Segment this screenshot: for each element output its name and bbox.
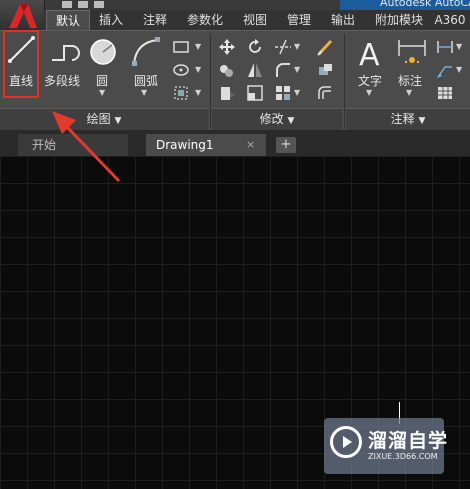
trim-icon[interactable] — [274, 38, 292, 56]
quick-access-open-icon[interactable] — [78, 1, 88, 8]
arc-dropdown-icon[interactable]: ▼ — [141, 88, 147, 97]
array-dropdown-icon[interactable]: ▼ — [294, 88, 300, 97]
mirror-icon[interactable] — [246, 61, 264, 79]
window-title: Autodesk AutoCA — [380, 0, 470, 9]
explode-icon[interactable] — [316, 61, 334, 79]
dimension-dropdown-icon[interactable]: ▼ — [406, 88, 412, 97]
offset-icon[interactable] — [316, 84, 334, 102]
dimension-tool-label[interactable]: 标注 — [398, 72, 422, 89]
annotation-panel-title: 注释 — [390, 112, 415, 126]
application-menu-button[interactable] — [0, 0, 45, 30]
text-dropdown-icon[interactable]: ▼ — [366, 88, 372, 97]
tab-view[interactable]: 视图 — [236, 10, 274, 30]
hatch-icon[interactable] — [172, 84, 190, 102]
hatch-dropdown-icon[interactable]: ▼ — [195, 88, 201, 97]
watermark-url: ZIXUE.3D66.COM — [368, 452, 438, 461]
rectangle-dropdown-icon[interactable]: ▼ — [195, 42, 201, 51]
linear-dim-dropdown-icon[interactable]: ▼ — [456, 42, 462, 51]
leader-dropdown-icon[interactable]: ▼ — [456, 65, 462, 74]
arc-tool-label[interactable]: 圆弧 — [134, 72, 158, 89]
svg-text:A: A — [359, 38, 380, 70]
copy-icon[interactable] — [218, 61, 236, 79]
trim-dropdown-icon[interactable]: ▼ — [294, 42, 300, 51]
tab-insert[interactable]: 插入 — [92, 10, 130, 30]
draw-panel-expand-icon[interactable]: ▼ — [114, 116, 121, 126]
close-tab-icon[interactable]: × — [246, 134, 260, 156]
arc-icon — [130, 36, 162, 66]
polyline-icon — [50, 38, 82, 64]
polyline-tool-label[interactable]: 多段线 — [44, 72, 80, 89]
linear-dim-icon[interactable] — [436, 38, 454, 56]
draw-panel-footer[interactable]: 绘图 ▼ — [0, 108, 208, 130]
tab-a360[interactable]: A360 — [430, 10, 470, 30]
panel-divider — [210, 34, 211, 128]
tab-addins[interactable]: 附加模块 — [368, 10, 430, 30]
tab-output[interactable]: 输出 — [324, 10, 362, 30]
autocad-logo-icon — [9, 4, 37, 28]
table-icon[interactable] — [436, 84, 454, 102]
tab-parametric[interactable]: 参数化 — [180, 10, 230, 30]
stretch-icon[interactable] — [218, 84, 236, 102]
move-icon[interactable] — [218, 38, 236, 56]
circle-icon — [88, 37, 118, 67]
modify-panel-title: 修改 — [259, 112, 284, 126]
array-icon[interactable] — [274, 84, 292, 102]
circle-tool-label[interactable]: 圆 — [96, 72, 108, 89]
ellipse-icon[interactable] — [172, 61, 190, 79]
ellipse-dropdown-icon[interactable]: ▼ — [195, 65, 201, 74]
quick-access-new-icon[interactable] — [62, 1, 72, 8]
annotation-panel-footer[interactable]: 注释 ▼ — [346, 108, 470, 130]
tab-manage[interactable]: 管理 — [280, 10, 318, 30]
tab-default[interactable]: 默认 — [46, 10, 90, 31]
fillet-dropdown-icon[interactable]: ▼ — [294, 65, 300, 74]
text-icon: A — [356, 36, 386, 73]
autocad-window: Autodesk AutoCA 默认 插入 注释 参数化 视图 管理 输出 附加… — [0, 0, 470, 489]
rotate-icon[interactable] — [246, 38, 264, 56]
line-tool-button[interactable] — [3, 30, 39, 98]
dimension-icon — [396, 38, 428, 68]
modify-panel-footer[interactable]: 修改 ▼ — [212, 108, 342, 130]
erase-icon[interactable] — [316, 38, 334, 56]
leader-icon[interactable] — [436, 61, 454, 79]
tab-start-page[interactable]: 开始 — [18, 134, 128, 156]
watermark-play-icon — [330, 426, 362, 458]
rectangle-icon[interactable] — [172, 38, 190, 56]
text-tool-label[interactable]: 文字 — [358, 72, 382, 89]
draw-panel-title: 绘图 — [86, 112, 111, 126]
watermark-name: 溜溜自学 — [368, 430, 449, 452]
tab-annotate[interactable]: 注释 — [136, 10, 174, 30]
new-tab-button[interactable]: + — [276, 137, 296, 153]
quick-access-save-icon[interactable] — [94, 1, 104, 8]
circle-dropdown-icon[interactable]: ▼ — [99, 88, 105, 97]
fillet-icon[interactable] — [274, 61, 292, 79]
annotation-panel-expand-icon[interactable]: ▼ — [418, 116, 425, 126]
scale-icon[interactable] — [246, 84, 264, 102]
panel-divider — [344, 34, 345, 128]
modify-panel-expand-icon[interactable]: ▼ — [287, 116, 294, 126]
